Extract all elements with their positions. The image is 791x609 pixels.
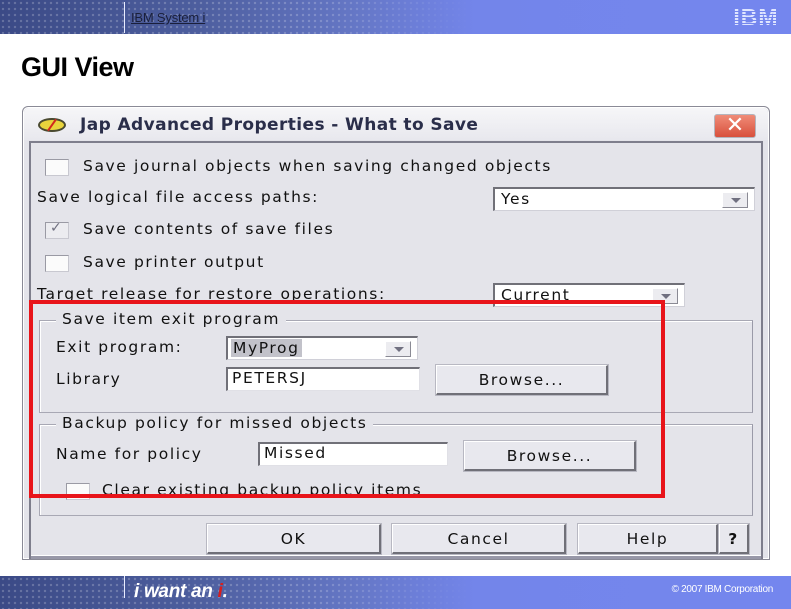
library-label: Library [56, 370, 122, 388]
slide-footer-banner: i want an i. © 2007 IBM Corporation [0, 576, 791, 609]
cancel-button[interactable]: Cancel [392, 524, 566, 554]
target-release-value: Current [501, 286, 571, 304]
exit-program-dropdown[interactable]: MyProg [226, 336, 418, 360]
logo-stripes [729, 6, 783, 28]
banner-divider [124, 2, 125, 33]
palette-icon [38, 118, 66, 132]
policy-name-label: Name for policy [56, 445, 203, 463]
target-release-dropdown[interactable]: Current [493, 283, 685, 307]
chevron-down-icon[interactable] [652, 288, 678, 304]
backup-policy-group-legend: Backup policy for missed objects [56, 414, 374, 432]
close-icon: ✕ [725, 113, 745, 138]
policy-name-value: Missed [264, 444, 327, 462]
library-value: PETERSJ [232, 369, 307, 387]
whats-this-button[interactable]: ? [719, 524, 749, 554]
chevron-down-icon[interactable] [385, 341, 411, 357]
chevron-down-icon[interactable] [722, 192, 748, 208]
save-printer-checkbox[interactable] [45, 255, 69, 272]
ok-button[interactable]: OK [207, 524, 381, 554]
help-button[interactable]: Help [578, 524, 718, 554]
close-button[interactable]: ✕ [714, 114, 756, 138]
clear-backup-policy-label: Clear existing backup policy items [102, 481, 423, 499]
exit-program-group: Save item exit program Exit program: MyP… [39, 310, 753, 413]
clear-backup-policy-checkbox[interactable] [66, 483, 90, 500]
exit-program-browse-button[interactable]: Browse... [436, 365, 608, 395]
backup-policy-group: Backup policy for missed objects Name fo… [39, 414, 753, 516]
header-system-title: IBM System i [131, 10, 206, 25]
dialog-titlebar[interactable]: Jap Advanced Properties - What to Save ✕ [24, 108, 768, 140]
slide-title: GUI View [21, 52, 134, 82]
advanced-properties-dialog: Jap Advanced Properties - What to Save ✕… [22, 106, 770, 560]
exit-program-group-legend: Save item exit program [56, 310, 287, 328]
footer-slogan: i want an i. [134, 581, 228, 603]
logical-paths-dropdown[interactable]: Yes [493, 187, 755, 211]
slogan-suffix: . [222, 581, 228, 602]
backup-policy-browse-button[interactable]: Browse... [464, 441, 636, 471]
dialog-content: Save journal objects when saving changed… [29, 141, 763, 559]
exit-program-value: MyProg [231, 339, 302, 357]
slogan-prefix: i want an [134, 581, 218, 602]
save-contents-checkbox[interactable] [45, 220, 69, 239]
library-input[interactable]: PETERSJ [226, 367, 420, 391]
ibm-logo: IBM [729, 4, 783, 30]
dialog-title: Jap Advanced Properties - What to Save [80, 115, 479, 135]
logical-paths-label: Save logical file access paths: [37, 188, 319, 206]
exit-program-label: Exit program: [56, 338, 183, 356]
policy-name-input[interactable]: Missed [258, 442, 448, 466]
save-journal-checkbox[interactable] [45, 159, 69, 176]
save-journal-label: Save journal objects when saving changed… [83, 157, 552, 175]
target-release-label: Target release for restore operations: [37, 285, 386, 303]
copyright-text: © 2007 IBM Corporation [671, 584, 774, 595]
slide-header-banner: IBM System i IBM [0, 0, 791, 34]
save-printer-label: Save printer output [83, 253, 265, 271]
logical-paths-value: Yes [501, 190, 531, 208]
save-contents-label: Save contents of save files [83, 220, 335, 238]
banner-divider [124, 576, 125, 598]
